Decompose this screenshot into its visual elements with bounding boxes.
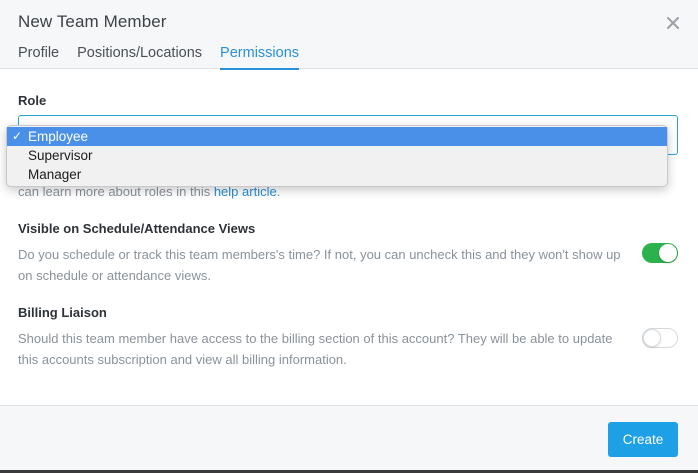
new-team-member-modal: New Team Member Profile Positions/Locati… — [0, 0, 698, 470]
close-icon — [667, 17, 679, 29]
role-label: Role — [18, 93, 47, 108]
billing-liaison-description: Should this team member have access to t… — [18, 331, 613, 367]
tab-bar: Profile Positions/Locations Permissions — [18, 44, 317, 70]
close-button[interactable] — [662, 12, 684, 34]
visible-on-schedule-label: Visible on Schedule/Attendance Views — [18, 221, 256, 236]
role-dropdown-menu: ✓ Employee Supervisor Manager — [6, 125, 668, 187]
checkmark-icon: ✓ — [12, 129, 23, 143]
billing-liaison-label: Billing Liaison — [18, 305, 107, 320]
role-option-label: Employee — [28, 129, 89, 144]
create-button[interactable]: Create — [608, 422, 678, 457]
modal-footer: Create — [0, 405, 698, 470]
tab-positions-locations[interactable]: Positions/Locations — [77, 44, 202, 69]
visible-on-schedule-toggle[interactable] — [642, 243, 678, 263]
modal-title: New Team Member — [18, 12, 167, 31]
role-option-label: Supervisor — [28, 148, 93, 163]
visible-on-schedule-description: Do you schedule or track this team membe… — [18, 247, 621, 283]
role-option-supervisor[interactable]: Supervisor — [7, 146, 667, 165]
toggle-knob — [643, 329, 661, 347]
role-option-label: Manager — [28, 167, 82, 182]
modal-header: New Team Member Profile Positions/Locati… — [0, 0, 698, 70]
tab-profile[interactable]: Profile — [18, 44, 59, 69]
role-option-employee[interactable]: ✓ Employee — [7, 127, 667, 146]
role-option-manager[interactable]: Manager — [7, 165, 667, 184]
billing-liaison-toggle[interactable] — [642, 328, 678, 348]
tab-permissions[interactable]: Permissions — [220, 44, 299, 70]
toggle-knob — [659, 244, 677, 262]
